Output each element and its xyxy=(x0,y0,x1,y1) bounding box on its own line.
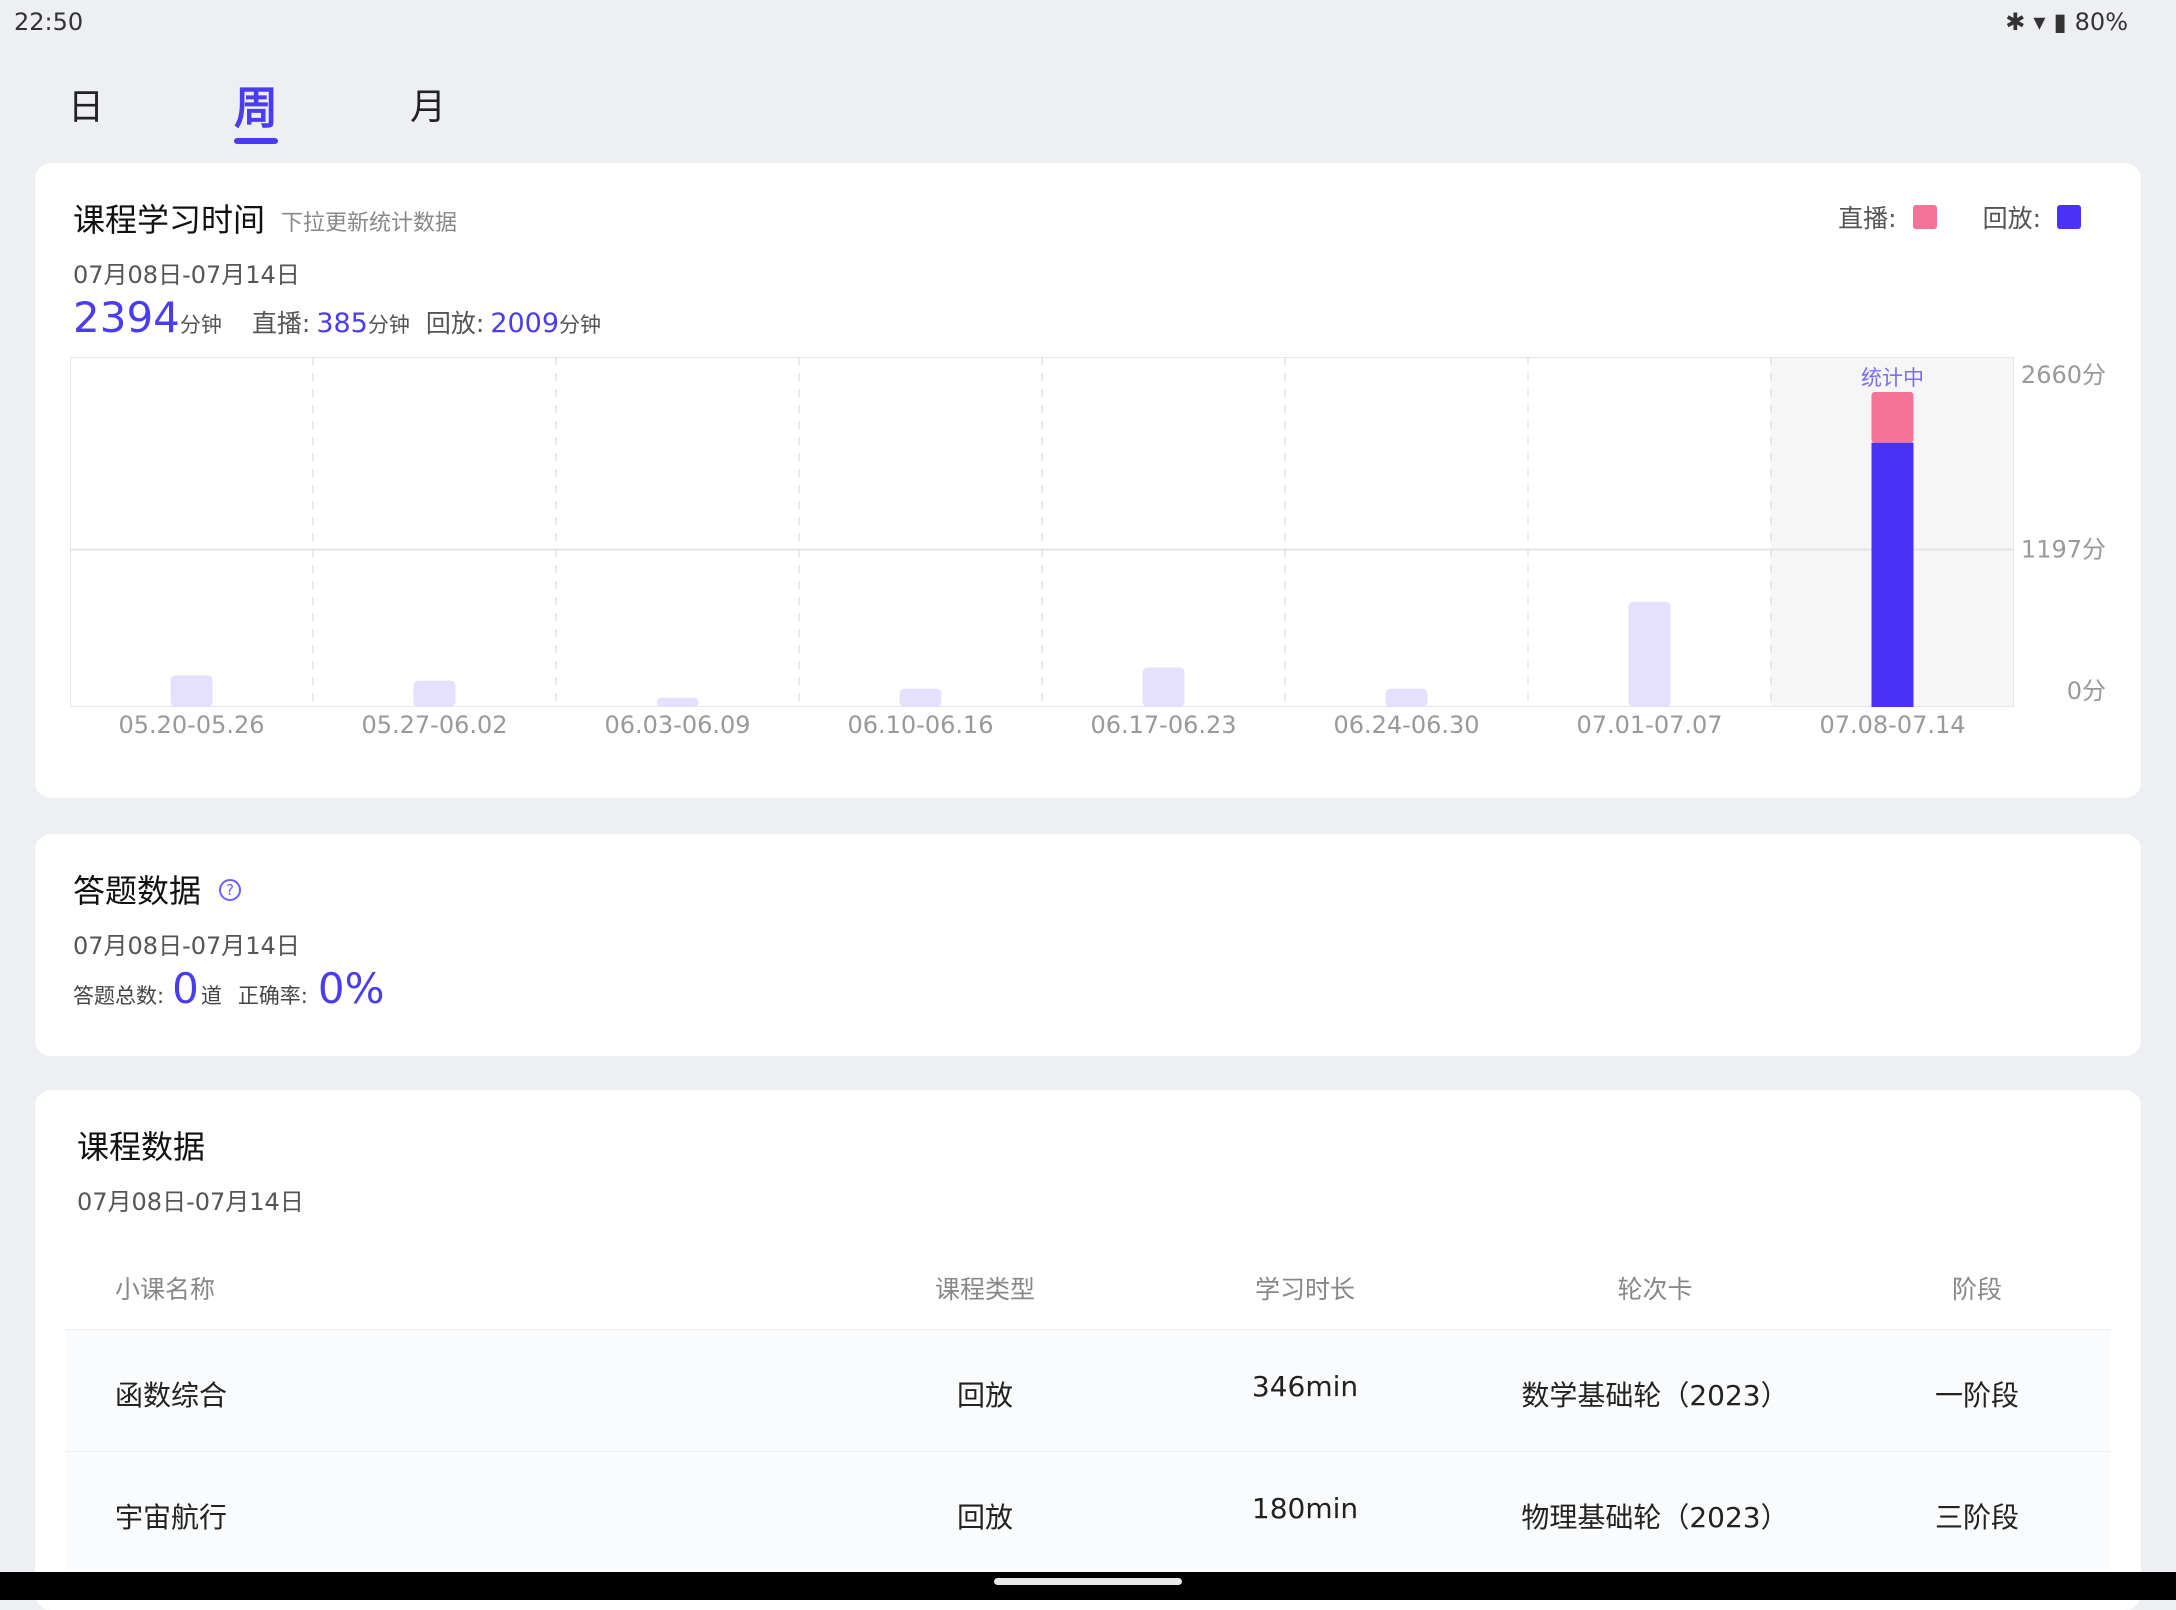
history-bar xyxy=(413,680,456,707)
live-label: 直播: xyxy=(251,309,311,338)
x-tick-label: 05.20-05.26 xyxy=(118,711,264,739)
battery-icon: ▮ xyxy=(2053,8,2067,36)
period-tabs: 日 周 月 xyxy=(0,70,600,150)
study-time-title: 课程学习时间 xyxy=(73,201,266,239)
legend-live-label: 直播: xyxy=(1838,204,1897,233)
wifi-icon: ▾ xyxy=(2033,8,2046,36)
history-bar xyxy=(899,688,942,707)
replay-bar xyxy=(1871,442,1914,707)
study-summary: 2394 分钟 直播: 385 分钟 回放: 2009 分钟 xyxy=(73,293,601,342)
live-bar xyxy=(1871,392,1914,443)
y-tick-label: 0分 xyxy=(2067,677,2106,705)
col-course-type: 课程类型 xyxy=(934,1275,1035,1304)
chart-legend: 直播: 回放: xyxy=(1838,199,2081,235)
x-tick-label: 07.08-07.14 xyxy=(1819,711,1965,739)
status-time: 22:50 xyxy=(14,8,84,36)
x-tick-label: 05.27-06.02 xyxy=(361,711,507,739)
answer-summary: 答题总数: 0 道 正确率: 0% xyxy=(73,964,385,1013)
live-unit: 分钟 xyxy=(367,313,410,337)
x-tick-label: 06.10-06.16 xyxy=(847,711,993,739)
course-data-card: 课程数据 07月08日-07月14日 小课名称 课程类型 学习时长 轮次卡 阶段… xyxy=(35,1090,2141,1610)
status-bar: 22:50 ✱ ▾ ▮ 80% xyxy=(0,0,2176,44)
navigation-bar xyxy=(0,1572,2176,1600)
x-tick-label: 06.17-06.23 xyxy=(1090,711,1236,739)
legend-replay-label: 回放: xyxy=(1982,204,2041,233)
history-bar xyxy=(1142,667,1185,707)
accuracy-label: 正确率: xyxy=(237,984,308,1008)
answer-date-range: 07月08日-07月14日 xyxy=(73,932,300,960)
battery-percent: 80% xyxy=(2074,8,2128,36)
legend-live-swatch xyxy=(1912,205,1937,229)
weekly-study-chart[interactable]: 05.20-05.26 05.27-06.02 06.03-06.09 06.10-0… xyxy=(70,357,2150,757)
tab-month[interactable]: 月 xyxy=(410,78,446,130)
course-date-range: 07月08日-07月14日 xyxy=(77,1188,304,1216)
x-tick-label: 07.01-07.07 xyxy=(1576,711,1722,739)
col-stage: 阶段 xyxy=(1951,1275,2002,1304)
live-minutes: 385 xyxy=(316,308,368,339)
cell-course-type: 回放 xyxy=(956,1501,1013,1534)
tab-day[interactable]: 日 xyxy=(68,78,104,130)
status-icons: ✱ ▾ ▮ 80% xyxy=(2005,8,2128,36)
course-table: 小课名称 课程类型 学习时长 轮次卡 阶段 函数综合 回放 346min 数学基… xyxy=(65,1240,2111,1574)
total-minutes: 2394 xyxy=(73,293,180,342)
col-study-duration: 学习时长 xyxy=(1254,1275,1355,1304)
history-bar xyxy=(1385,688,1428,707)
history-bar xyxy=(1628,601,1671,707)
col-round-card: 轮次卡 xyxy=(1617,1275,1693,1304)
cell-stage: 三阶段 xyxy=(1934,1501,2019,1534)
y-tick-label: 1197分 xyxy=(2021,536,2106,564)
home-gesture-handle[interactable] xyxy=(994,1578,1182,1585)
history-bar xyxy=(656,697,699,707)
answer-data-card: 答题数据 ? 07月08日-07月14日 答题总数: 0 道 正确率: 0% xyxy=(35,834,2141,1056)
study-time-card: 课程学习时间 下拉更新统计数据 直播: 回放: 07月08日-07月14日 23… xyxy=(35,163,2141,798)
x-tick-label: 06.24-06.30 xyxy=(1333,711,1479,739)
total-unit: 分钟 xyxy=(179,313,222,337)
table-header: 小课名称 课程类型 学习时长 轮次卡 阶段 xyxy=(65,1240,2111,1330)
help-icon[interactable]: ? xyxy=(219,879,241,901)
legend-replay-swatch xyxy=(2057,205,2081,229)
pull-refresh-hint: 下拉更新统计数据 xyxy=(281,211,458,236)
weekly-study-chart-svg: 05.20-05.26 05.27-06.02 06.03-06.09 06.10-0… xyxy=(70,357,2106,739)
cell-course-name: 函数综合 xyxy=(115,1379,228,1412)
accuracy-value: 0% xyxy=(317,964,385,1013)
cell-stage: 一阶段 xyxy=(1934,1379,2019,1412)
replay-unit: 分钟 xyxy=(559,313,602,337)
bluetooth-icon: ✱ xyxy=(2005,8,2026,36)
study-date-range: 07月08日-07月14日 xyxy=(73,261,300,289)
answer-data-title: 答题数据 xyxy=(73,872,202,910)
y-tick-label: 2660分 xyxy=(2021,361,2106,389)
tab-week[interactable]: 周 xyxy=(234,72,278,136)
answer-total-unit: 道 xyxy=(200,984,222,1008)
replay-label: 回放: xyxy=(425,309,485,338)
cell-course-type: 回放 xyxy=(956,1379,1013,1412)
cell-study-duration: 180min xyxy=(1251,1492,1359,1525)
active-tab-indicator xyxy=(234,138,278,144)
cell-round-card: 数学基础轮（2023） xyxy=(1521,1379,1789,1412)
history-bar xyxy=(170,675,213,707)
course-data-title: 课程数据 xyxy=(77,1128,206,1166)
counting-label: 统计中 xyxy=(1861,366,1924,390)
cell-course-name: 宇宙航行 xyxy=(115,1501,228,1534)
col-course-name: 小课名称 xyxy=(115,1275,216,1304)
cell-study-duration: 346min xyxy=(1251,1370,1359,1403)
table-row[interactable]: 函数综合 回放 346min 数学基础轮（2023） 一阶段 xyxy=(65,1330,2111,1452)
x-tick-label: 06.03-06.09 xyxy=(604,711,750,739)
answer-total-value: 0 xyxy=(172,964,199,1013)
replay-minutes: 2009 xyxy=(490,308,560,339)
answer-total-label: 答题总数: xyxy=(73,984,165,1008)
table-row[interactable]: 宇宙航行 回放 180min 物理基础轮（2023） 三阶段 xyxy=(65,1452,2111,1574)
cell-round-card: 物理基础轮（2023） xyxy=(1521,1501,1789,1534)
